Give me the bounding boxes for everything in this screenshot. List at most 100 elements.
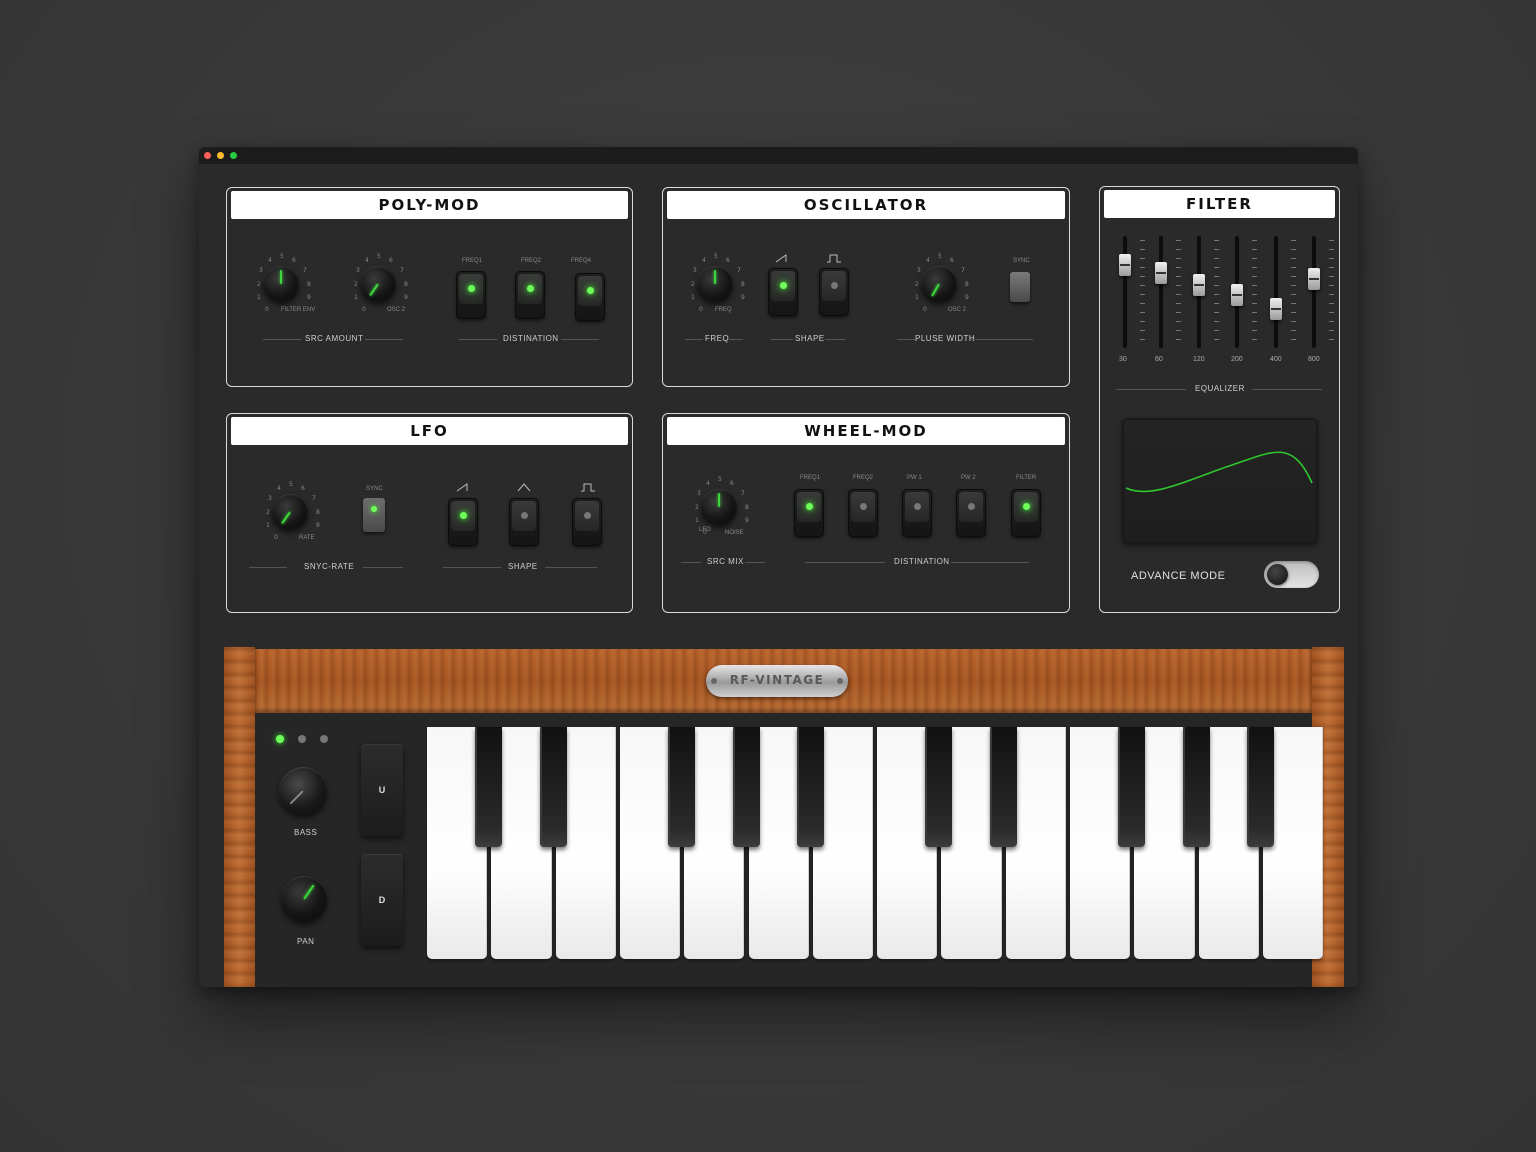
octave-up-button[interactable]: U (361, 744, 403, 836)
osc-freq-label: FREQ (705, 334, 730, 343)
noise-side-label: NOISE (725, 530, 744, 536)
oscillator-title: OSCILLATOR (667, 191, 1065, 219)
toggle-knob (1267, 564, 1288, 585)
eq-tick (1214, 249, 1219, 250)
waveform-display (1122, 418, 1318, 543)
eq-tick (1214, 339, 1219, 340)
wm-pw1-switch[interactable] (902, 489, 932, 537)
osc-sync-toggle[interactable] (1010, 272, 1030, 302)
osc-shape-label: SHAPE (795, 334, 825, 343)
eq-tick (1176, 276, 1181, 277)
title-bar (199, 147, 1358, 164)
pan-knob[interactable] (281, 876, 327, 922)
sync-rate-label: SNYC-RATE (304, 562, 355, 571)
freq-knob[interactable] (697, 266, 733, 302)
eq-tick (1329, 312, 1334, 313)
black-key[interactable] (732, 727, 760, 847)
eq-tick (1291, 267, 1296, 268)
lfo-square-switch[interactable] (572, 498, 602, 546)
eq-fader-400[interactable] (1270, 298, 1282, 320)
eq-tick (1329, 285, 1334, 286)
rate-label: RATE (299, 535, 315, 541)
black-key[interactable] (668, 727, 696, 847)
eq-fader-30[interactable] (1119, 254, 1131, 276)
wm-freq2-switch[interactable] (848, 489, 878, 537)
eq-fader-200[interactable] (1231, 284, 1243, 306)
black-key[interactable] (539, 727, 567, 847)
freq4-label: FREQ4 (571, 258, 592, 264)
square-wave-icon (827, 254, 841, 263)
lfo-panel: LFO 0 1 2 3 4 5 6 7 8 9 RATE SYNC SNYC-R… (226, 413, 633, 613)
eq-tick (1252, 330, 1257, 331)
minimize-window-button[interactable] (217, 152, 224, 159)
freq2-switch[interactable] (515, 271, 545, 319)
square-wave-icon (581, 483, 595, 492)
eq-fader-800[interactable] (1308, 268, 1320, 290)
advance-mode-label: ADVANCE MODE (1131, 570, 1226, 582)
black-key[interactable] (475, 727, 503, 847)
close-window-button[interactable] (204, 152, 211, 159)
eq-tick (1291, 330, 1296, 331)
freq4-switch[interactable] (575, 273, 605, 321)
filter-env-knob[interactable] (263, 266, 299, 302)
eq-fader-track-400 (1274, 236, 1278, 348)
eq-tick (1176, 294, 1181, 295)
eq-tick (1140, 267, 1145, 268)
freq1-switch[interactable] (456, 271, 486, 319)
status-led-1 (276, 735, 284, 743)
sync-led (371, 506, 377, 512)
eq-tick (1140, 339, 1145, 340)
lfo-saw-switch[interactable] (448, 498, 478, 546)
eq-band-label: 400 (1270, 356, 1282, 363)
pulse-width-knob[interactable] (921, 266, 957, 302)
eq-tick (1291, 276, 1296, 277)
src-mix-knob[interactable] (701, 489, 737, 525)
eq-tick (1291, 303, 1296, 304)
eq-fader-60[interactable] (1155, 262, 1167, 284)
black-key[interactable] (1182, 727, 1210, 847)
eq-tick (1329, 339, 1334, 340)
octave-down-button[interactable]: D (361, 854, 403, 946)
lfo-shape-label: SHAPE (508, 562, 538, 571)
rate-knob[interactable] (272, 494, 308, 530)
lfo-triangle-switch[interactable] (509, 498, 539, 546)
eq-tick (1329, 249, 1334, 250)
maximize-window-button[interactable] (230, 152, 237, 159)
synth-window: POLY-MOD 0 1 2 3 4 5 6 7 8 9 FILTER ENV … (199, 147, 1358, 987)
eq-tick (1252, 339, 1257, 340)
black-key[interactable] (1118, 727, 1146, 847)
eq-tick (1140, 240, 1145, 241)
eq-tick (1214, 240, 1219, 241)
eq-tick (1140, 321, 1145, 322)
filter-env-label: FILTER ENV (281, 307, 316, 313)
eq-tick (1176, 285, 1181, 286)
wm-freq1-switch[interactable] (794, 489, 824, 537)
advance-mode-toggle[interactable] (1264, 561, 1319, 588)
square-shape-switch[interactable] (819, 268, 849, 316)
black-key[interactable] (989, 727, 1017, 847)
wm-filter-switch[interactable] (1011, 489, 1041, 537)
black-key[interactable] (1246, 727, 1274, 847)
wm-pw2-switch[interactable] (956, 489, 986, 537)
pan-label: PAN (297, 937, 315, 946)
lfo-sync-toggle[interactable] (363, 498, 385, 532)
eq-tick (1214, 330, 1219, 331)
sawtooth-shape-switch[interactable] (768, 268, 798, 316)
eq-band-label: 200 (1231, 356, 1243, 363)
eq-tick (1291, 285, 1296, 286)
piano-keys (427, 727, 1324, 961)
osc2-knob[interactable] (360, 266, 396, 302)
eq-tick (1176, 330, 1181, 331)
freq1-label: FREQ1 (462, 258, 483, 264)
eq-fader-120[interactable] (1193, 274, 1205, 296)
black-key[interactable] (925, 727, 953, 847)
eq-tick (1291, 294, 1296, 295)
eq-tick (1252, 321, 1257, 322)
wm-dest-label: DISTINATION (894, 557, 950, 566)
eq-tick (1329, 258, 1334, 259)
black-key[interactable] (796, 727, 824, 847)
bass-knob[interactable] (279, 767, 327, 815)
eq-tick (1140, 303, 1145, 304)
filter-curve-graph (1125, 451, 1313, 493)
wm-pw1-label: PW 1 (907, 475, 922, 481)
